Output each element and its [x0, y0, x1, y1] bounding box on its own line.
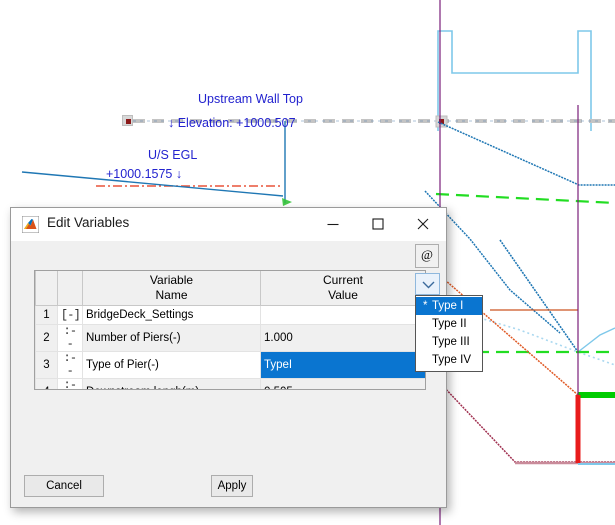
table-row[interactable]: 4 :-- Downstream lengh(m) 0.505 — [35, 378, 425, 389]
maximize-button[interactable] — [355, 208, 400, 239]
table-row[interactable]: 1 [-] BridgeDeck_Settings — [35, 305, 425, 325]
row-current-value[interactable] — [260, 305, 425, 325]
annotation-us-egl-label: U/S EGL — [148, 148, 198, 162]
close-icon — [417, 218, 428, 229]
header-index — [35, 271, 58, 306]
header-current-value-line2: Value — [328, 288, 358, 302]
row-index: 1 — [35, 305, 58, 325]
table-header-row: Variable Name Current Value — [35, 271, 425, 306]
row-tree-marker: :-- — [57, 378, 83, 389]
table-row[interactable]: 2 :-- Number of Piers(-) 1.000 — [35, 324, 425, 352]
dialog-title: Edit Variables — [47, 215, 130, 230]
at-symbol-button[interactable]: @ — [415, 244, 439, 268]
close-button[interactable] — [400, 208, 445, 239]
flow-arrow-marker — [282, 198, 292, 206]
dropdown-option-label: Type III — [432, 336, 470, 348]
selected-marker-icon: * — [423, 300, 428, 312]
header-current-value[interactable]: Current Value — [260, 271, 425, 306]
dropdown-option-label: Type II — [432, 318, 467, 330]
dialog-titlebar[interactable]: Edit Variables — [11, 208, 446, 241]
dropdown-option-label: Type I — [432, 300, 464, 312]
pale-blue-dotted-rise — [577, 327, 615, 353]
header-variable-name-line1: Variable — [149, 273, 194, 287]
cancel-button[interactable]: Cancel — [24, 475, 104, 497]
header-current-value-line1: Current — [322, 273, 363, 287]
annotation-wall-top-elevation: ↓ Elevation: +1000.507 — [168, 116, 296, 130]
row-variable-name[interactable]: BridgeDeck_Settings — [82, 305, 261, 325]
header-tree — [57, 271, 83, 306]
variables-table: Variable Name Current Value 1 [-] Bridge… — [35, 271, 425, 389]
header-variable-name[interactable]: Variable Name — [82, 271, 261, 306]
dropdown-option-type-iii[interactable]: Type III — [416, 333, 482, 351]
green-dashed-upper — [435, 192, 615, 205]
annotation-us-egl-value: +1000.1575 ↓ — [106, 167, 183, 181]
upstream-marker-square — [122, 115, 133, 126]
row-index: 3 — [35, 351, 58, 379]
matlab-icon — [22, 216, 39, 233]
minimize-icon — [327, 223, 338, 225]
screen: Upstream Wall Top ↓ Elevation: +1000.507… — [0, 0, 615, 525]
dropdown-option-type-iv[interactable]: Type IV — [416, 351, 482, 369]
row-variable-name[interactable]: Downstream lengh(m) — [82, 378, 261, 389]
chevron-down-icon — [422, 281, 435, 289]
maximize-icon — [371, 217, 384, 230]
row-variable-name[interactable]: Number of Piers(-) — [82, 324, 261, 352]
type-of-pier-dropdown-button[interactable] — [415, 273, 440, 295]
row-tree-marker: :-- — [57, 351, 83, 379]
at-symbol-icon: @ — [421, 247, 433, 262]
water-surface-main-diagonal — [499, 239, 579, 353]
bridge-deck-outline — [437, 30, 592, 131]
water-surface-descending — [437, 121, 615, 186]
dropdown-option-type-i[interactable]: * Type I — [416, 297, 482, 315]
header-variable-name-line2: Name — [155, 288, 188, 302]
row-index: 4 — [35, 378, 58, 389]
row-index: 2 — [35, 324, 58, 352]
dropdown-option-type-ii[interactable]: Type II — [416, 315, 482, 333]
table-row[interactable]: 3 :-- Type of Pier(-) TypeI — [35, 351, 425, 379]
row-tree-marker: :-- — [57, 324, 83, 352]
type-of-pier-dropdown-list[interactable]: * Type I Type II Type III Type IV — [415, 295, 483, 372]
dropdown-option-label: Type IV — [432, 354, 471, 366]
edit-variables-dialog: Edit Variables @ Variable Name Current V… — [10, 207, 447, 508]
row-current-value-selected[interactable]: TypeI — [260, 351, 425, 379]
apply-button[interactable]: Apply — [211, 475, 253, 497]
row-current-value[interactable]: 1.000 — [260, 324, 425, 352]
minimize-button[interactable] — [310, 208, 355, 239]
row-tree-toggle[interactable]: [-] — [57, 305, 83, 325]
variables-table-panel: Variable Name Current Value 1 [-] Bridge… — [34, 270, 426, 390]
row-current-value[interactable]: 0.505 — [260, 378, 425, 389]
annotation-upstream-wall-top: Upstream Wall Top — [198, 92, 303, 106]
row-variable-name[interactable]: Type of Pier(-) — [82, 351, 261, 379]
